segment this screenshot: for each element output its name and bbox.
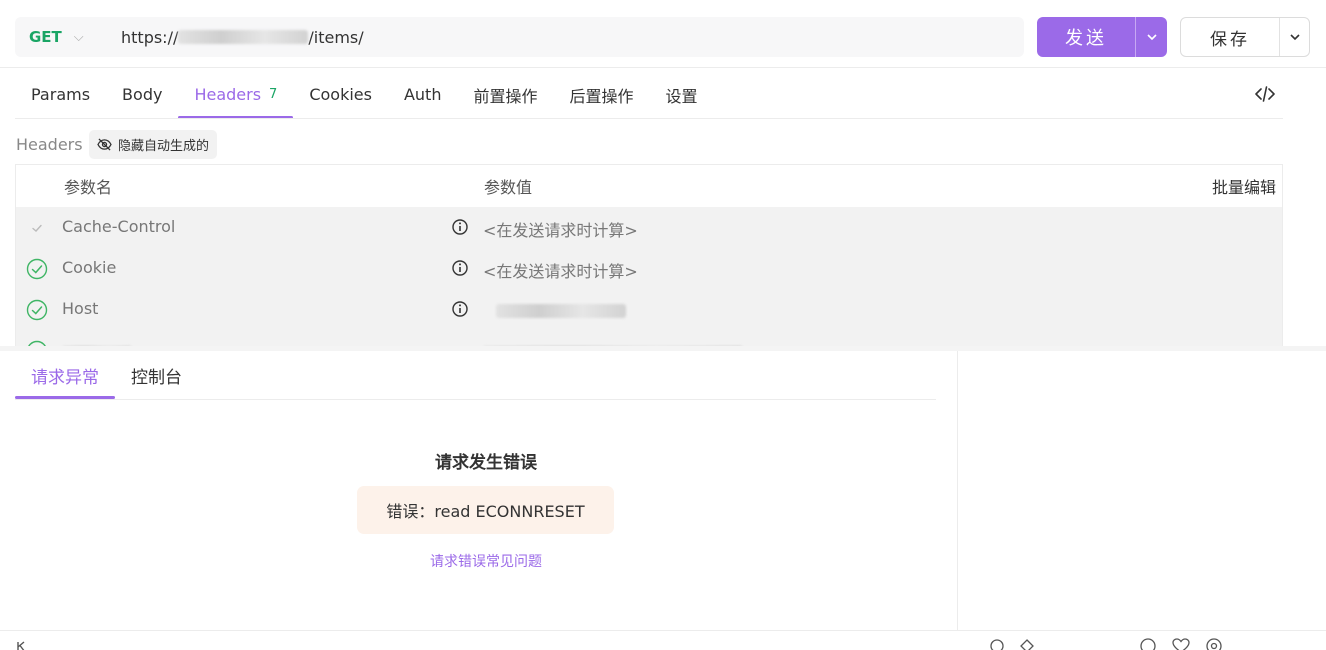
divider	[0, 630, 1326, 631]
method-select[interactable]: GET ⌵	[15, 17, 107, 57]
check-circle-icon[interactable]	[26, 258, 48, 280]
save-label: 保存	[1210, 29, 1250, 50]
send-options-chevron-icon[interactable]	[1135, 17, 1167, 57]
header-name: Cache-Control	[62, 217, 176, 236]
tab-post-request[interactable]: 后置操作	[553, 70, 649, 119]
col-name-header: 参数名	[64, 178, 113, 197]
tab-pre-request[interactable]: 前置操作	[457, 70, 553, 119]
tab-label: 前置操作	[473, 86, 538, 106]
info-icon[interactable]	[451, 218, 469, 236]
tab-label: Headers	[194, 85, 262, 104]
chevron-down-icon: ⌵	[73, 29, 84, 45]
send-button[interactable]: 发送	[1037, 17, 1167, 57]
tab-label: Params	[31, 85, 91, 104]
heart-icon[interactable]	[1172, 638, 1190, 650]
tab-label: Body	[122, 85, 163, 104]
tab-request-error[interactable]: 请求异常	[15, 352, 115, 399]
bulk-edit-button[interactable]: 批量编辑	[1212, 174, 1276, 198]
tab-params[interactable]: Params	[15, 70, 106, 119]
url-bar: GET ⌵ https:// /items/	[15, 17, 1024, 57]
header-value: <在发送请求时计算>	[483, 221, 638, 240]
hide-auto-generated-toggle[interactable]: 隐藏自动生成的	[89, 130, 218, 159]
circle-icon	[990, 639, 1004, 650]
table-row: Host	[16, 289, 1282, 330]
settings-icon[interactable]	[1206, 638, 1222, 650]
col-value-header: 参数值	[484, 178, 533, 197]
tab-label: 控制台	[131, 368, 182, 388]
divider	[15, 399, 936, 400]
error-message: 错误：read ECONNRESET	[386, 502, 585, 521]
header-name: Host	[62, 299, 99, 318]
table-header: 参数名 参数值 批量编辑	[16, 165, 1282, 207]
request-tabs: Params Body Headers 7 Cookies Auth 前置操作 …	[15, 70, 714, 119]
info-icon[interactable]	[451, 259, 469, 277]
tab-label: 后置操作	[569, 86, 634, 106]
headers-count-badge: 7	[269, 87, 278, 102]
tab-label: 请求异常	[31, 368, 99, 388]
save-options-chevron-icon[interactable]	[1279, 18, 1309, 56]
headers-section-label: Headers	[16, 135, 83, 154]
status-bar-right	[990, 638, 1222, 650]
table-row: Cookie <在发送请求时计算>	[16, 248, 1282, 289]
error-title: 请求发生错误	[435, 453, 537, 473]
divider	[15, 118, 1283, 119]
tab-settings[interactable]: 设置	[649, 70, 713, 119]
response-tabs: 请求异常 控制台	[15, 352, 198, 399]
cookie-icon	[1020, 639, 1034, 650]
tab-console[interactable]: 控制台	[115, 352, 198, 399]
error-message-box: 错误：read ECONNRESET	[357, 486, 614, 534]
tab-auth[interactable]: Auth	[388, 70, 458, 119]
status-left-icon[interactable]	[16, 640, 28, 650]
redacted-host-value	[496, 304, 626, 318]
divider	[0, 67, 1326, 68]
table-row-partial	[16, 330, 1282, 346]
code-icon[interactable]	[1252, 84, 1278, 104]
url-suffix: /items/	[308, 27, 364, 47]
tab-cookies[interactable]: Cookies	[293, 70, 388, 119]
url-input[interactable]: https:// /items/	[121, 28, 364, 47]
help-icon[interactable]	[1140, 638, 1156, 650]
error-faq-link[interactable]: 请求错误常见问题	[0, 551, 972, 571]
tab-body[interactable]: Body	[106, 70, 178, 119]
info-icon[interactable]	[451, 300, 469, 318]
save-button[interactable]: 保存	[1180, 17, 1310, 57]
tab-label: 设置	[665, 86, 698, 106]
divider	[957, 351, 958, 630]
online-status[interactable]	[990, 639, 1004, 650]
headers-table: 参数名 参数值 批量编辑 Cache-Control <在发送请求时计算> Co…	[15, 164, 1283, 346]
header-name: Cookie	[62, 258, 117, 277]
hide-auto-label: 隐藏自动生成的	[118, 139, 210, 154]
check-icon[interactable]	[26, 217, 48, 239]
check-circle-icon[interactable]	[26, 299, 48, 321]
panel-resize-handle[interactable]	[0, 346, 1326, 351]
tab-headers[interactable]: Headers 7	[178, 70, 294, 119]
method-label: GET	[29, 28, 62, 46]
tab-label: Cookies	[309, 85, 372, 104]
url-prefix: https://	[121, 27, 179, 47]
send-label: 发送	[1065, 28, 1107, 49]
tab-label: Auth	[403, 85, 442, 104]
table-row: Cache-Control <在发送请求时计算>	[16, 207, 1282, 248]
cookie-manager[interactable]	[1020, 639, 1034, 650]
redacted-host	[178, 30, 309, 44]
eye-off-icon	[97, 138, 112, 151]
header-value: <在发送请求时计算>	[483, 262, 638, 281]
